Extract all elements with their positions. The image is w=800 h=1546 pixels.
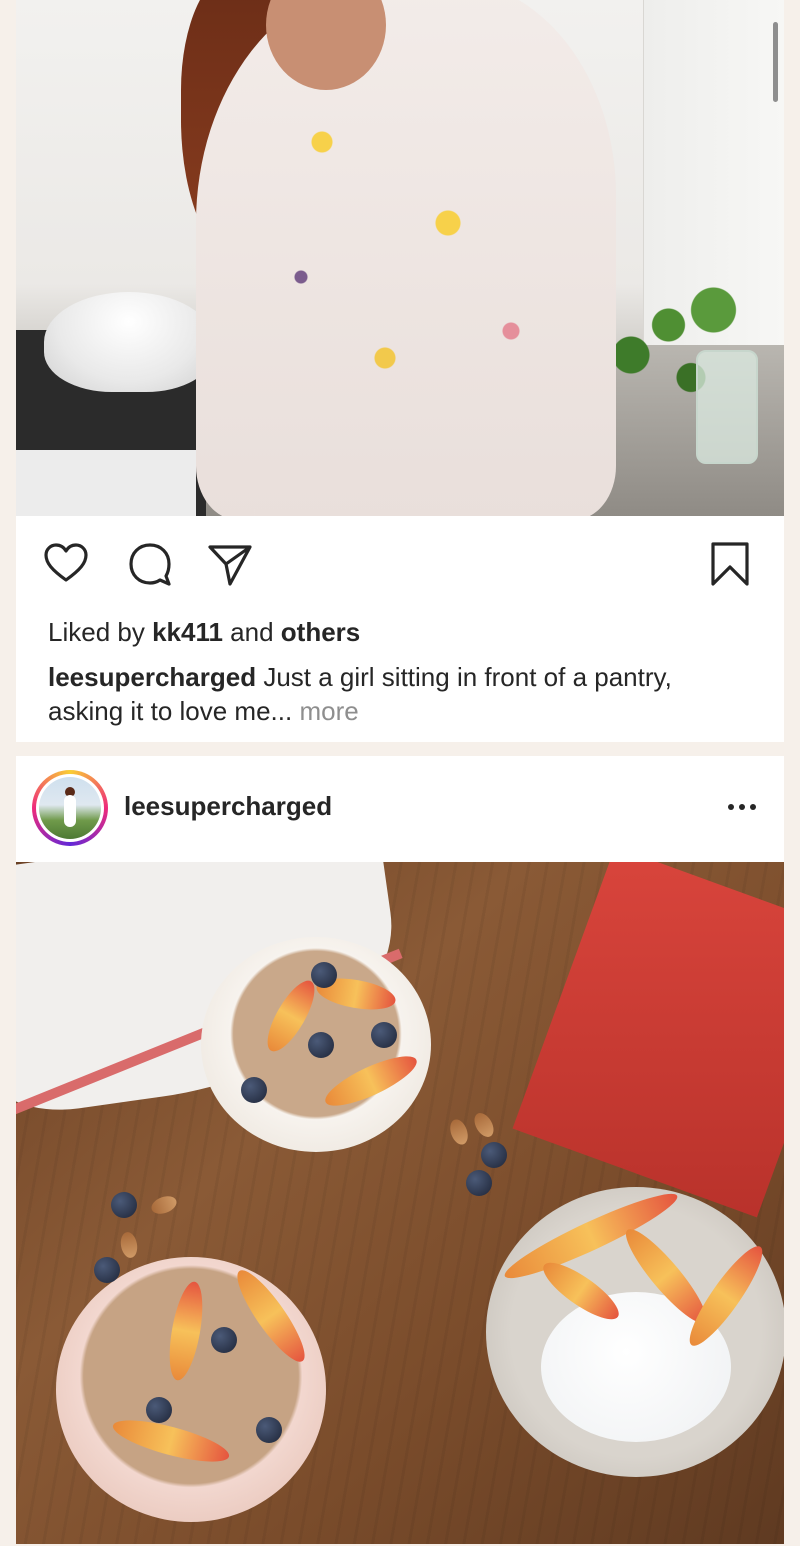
post-header: leesupercharged — [16, 756, 784, 862]
photo-blueberry — [371, 1022, 397, 1048]
save-button[interactable] — [706, 540, 754, 588]
paper-plane-icon — [208, 545, 252, 586]
photo-dress — [196, 0, 616, 516]
photo-blueberry — [481, 1142, 507, 1168]
photo-blueberry — [211, 1327, 237, 1353]
comment-button[interactable] — [126, 540, 174, 588]
post-actions — [16, 516, 784, 592]
post-card: Liked by kk411 and others leesupercharge… — [16, 0, 784, 742]
caption-username-link[interactable]: leesupercharged — [48, 662, 256, 692]
photo-almond — [149, 1193, 179, 1217]
photo-pot — [44, 292, 214, 392]
ellipsis-icon — [739, 804, 745, 810]
caption-more-link[interactable]: more — [292, 696, 358, 726]
likes-others-link[interactable]: others — [281, 617, 360, 647]
heart-icon — [44, 543, 88, 582]
post-photo[interactable] — [16, 862, 784, 1544]
likes-middle: and — [222, 617, 281, 647]
photo-stove-front — [16, 450, 196, 516]
story-ring[interactable] — [32, 770, 108, 846]
photo-almond — [470, 1109, 498, 1141]
avatar-border — [36, 774, 104, 842]
comment-icon — [129, 543, 171, 586]
photo-blueberry — [311, 962, 337, 988]
ellipsis-icon — [750, 804, 756, 810]
photo-cereal-box — [512, 862, 784, 1218]
like-button[interactable] — [42, 540, 90, 588]
post-separator — [16, 742, 784, 756]
avatar — [39, 777, 101, 839]
liked-by-user-link[interactable]: kk411 — [152, 617, 223, 647]
post-caption: leesupercharged Just a girl sitting in f… — [16, 660, 784, 742]
photo-blueberry — [256, 1417, 282, 1443]
feed: Liked by kk411 and others leesupercharge… — [16, 0, 784, 1544]
photo-blueberry — [466, 1170, 492, 1196]
photo-almond — [118, 1230, 140, 1260]
photo-blueberry — [241, 1077, 267, 1103]
post-card: leesupercharged — [16, 756, 784, 1544]
options-button[interactable] — [720, 792, 764, 822]
scrollbar[interactable] — [773, 22, 778, 102]
post-photo[interactable] — [16, 0, 784, 516]
photo-jar — [696, 350, 758, 464]
photo-blueberry — [111, 1192, 137, 1218]
photo-blueberry — [308, 1032, 334, 1058]
likes-prefix: Liked by — [48, 617, 153, 647]
avatar-figure-body — [64, 795, 76, 827]
bookmark-icon — [711, 542, 749, 586]
share-button[interactable] — [206, 540, 254, 588]
post-username-link[interactable]: leesupercharged — [124, 790, 332, 822]
ellipsis-icon — [728, 804, 734, 810]
photo-blueberry — [94, 1257, 120, 1283]
photo-blueberry — [146, 1397, 172, 1423]
photo-almond — [447, 1117, 471, 1147]
likes-summary: Liked by kk411 and others — [16, 616, 784, 648]
